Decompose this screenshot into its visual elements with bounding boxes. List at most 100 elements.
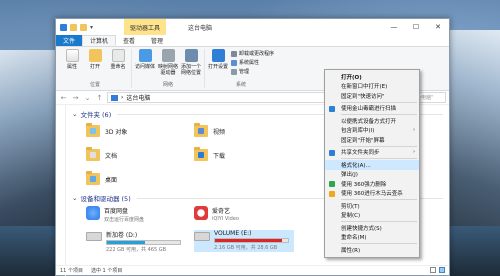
- map-drive-button[interactable]: 映射网络驱动器: [158, 49, 178, 81]
- map-drive-label: 映射网络驱动器: [158, 64, 179, 76]
- computer-icon: [111, 94, 118, 101]
- details-view-icon[interactable]: [430, 267, 436, 273]
- menu-item[interactable]: 创建快捷方式(S): [325, 223, 419, 233]
- ribbon-group-network: 访问媒体 映射网络驱动器 添加一个网络位置 网络: [132, 49, 205, 88]
- properties-button[interactable]: 属性: [62, 49, 82, 81]
- folder-3d-objects[interactable]: 3D 对象: [86, 121, 194, 141]
- menu-item-icon: [329, 105, 335, 112]
- menu-item-label: 共享文件夹同步: [341, 150, 380, 157]
- quick-access-toolbar: ▾: [56, 23, 97, 31]
- properties-label: 属性: [66, 64, 77, 70]
- tab-computer[interactable]: 计算机: [82, 35, 117, 46]
- rename-button[interactable]: 重命名: [108, 49, 128, 81]
- folders-header-label: 文件夹 (6): [80, 111, 112, 119]
- drive-usage-bar: [106, 240, 181, 245]
- path-separator-icon: ›: [121, 94, 124, 101]
- menu-item[interactable]: 固定到"开始"屏幕: [325, 135, 419, 145]
- menu-item-label: 重命名(M): [341, 235, 367, 242]
- drive-e[interactable]: VOLUME (E:) 2.16 GB 可用，共 28.6 GB: [194, 230, 294, 252]
- system-small-buttons: 卸载或更改程序 系统属性 管理: [231, 49, 274, 81]
- menu-item[interactable]: 剪切(T): [325, 201, 419, 211]
- window-title: 这台电脑: [188, 25, 213, 32]
- drive-title: VOLUME (E:): [214, 230, 252, 237]
- baidu-netdisk-icon: [86, 206, 100, 220]
- access-media-button[interactable]: 访问媒体: [135, 49, 155, 81]
- open-settings-button[interactable]: 打开设置: [208, 49, 228, 81]
- menu-item-icon: [329, 149, 335, 156]
- open-label: 打开: [89, 64, 100, 70]
- folder-documents[interactable]: 文档: [86, 145, 194, 165]
- back-arrow-icon[interactable]: ←: [59, 94, 68, 102]
- maximize-button[interactable]: ☐: [405, 19, 427, 35]
- menu-separator: [341, 243, 417, 244]
- menu-item[interactable]: 重命名(M): [325, 233, 419, 243]
- large-icons-view-icon[interactable]: [439, 267, 445, 273]
- menu-item[interactable]: 复制(C): [325, 211, 419, 221]
- manage-icon: [231, 68, 237, 75]
- title-bar: ▾ 驱动器工具 这台电脑 — ☐ ✕: [56, 19, 449, 35]
- menu-item-label: 复制(C): [341, 213, 361, 220]
- forward-arrow-icon[interactable]: →: [71, 94, 80, 102]
- system-properties-button[interactable]: 系统属性: [231, 59, 274, 66]
- context-menu: 打开(O) 在新窗口中打开(E) 固定到"快速访问" 使用金山毒霸进行扫描 以便携式设备…: [324, 69, 420, 258]
- menu-item[interactable]: 以便携式设备方式打开: [325, 116, 419, 126]
- menu-item-label: 剪切(T): [341, 203, 360, 210]
- tab-view[interactable]: 查看: [116, 35, 142, 46]
- file-explorer-window: ▾ 驱动器工具 这台电脑 — ☐ ✕ 文件 计算机 查看 管理 属性 打开 重命…: [55, 18, 450, 276]
- tab-file[interactable]: 文件: [56, 35, 83, 46]
- folder-downloads[interactable]: 下载: [194, 145, 302, 165]
- menu-item[interactable]: 弹出(J): [325, 170, 419, 180]
- status-bar: 11 个项目 选中 1 个项目: [56, 265, 449, 275]
- device-baidu-netdisk[interactable]: 百度网盘 双击运行百度网盘: [86, 206, 194, 224]
- close-button[interactable]: ✕: [427, 19, 449, 35]
- customize-toolbar-icon[interactable]: ▾: [90, 24, 97, 31]
- manage-button[interactable]: 管理: [231, 68, 274, 75]
- checkmark-icon: [65, 49, 79, 62]
- up-arrow-icon[interactable]: ↑: [95, 94, 104, 102]
- folder-label: 桌面: [105, 176, 118, 184]
- minimize-button[interactable]: —: [383, 19, 405, 35]
- menu-item[interactable]: 固定到"快速访问": [325, 91, 419, 101]
- system-icon: [231, 59, 237, 66]
- navigation-pane[interactable]: [56, 105, 66, 276]
- menu-item[interactable]: 包含到库中(I) ›: [325, 126, 419, 136]
- view-toggles: [430, 267, 445, 273]
- folder-icon: [194, 147, 208, 161]
- menu-item-label: 属性(R): [341, 247, 361, 254]
- menu-item[interactable]: 打开(O): [325, 72, 419, 82]
- device-title: 百度网盘: [104, 208, 129, 215]
- menu-item-label: 固定到"开始"屏幕: [341, 137, 385, 144]
- recent-chevron-icon[interactable]: ⌄: [83, 94, 92, 102]
- menu-item[interactable]: 属性(R): [325, 245, 419, 255]
- breadcrumb-this-pc[interactable]: 这台电脑: [126, 93, 150, 102]
- media-icon: [138, 49, 152, 62]
- menu-item[interactable]: 格式化(A)...: [325, 160, 419, 170]
- menu-item[interactable]: 使用 360强力删除: [325, 179, 419, 189]
- drive-tools-tab[interactable]: 驱动器工具: [124, 19, 167, 35]
- tab-manage[interactable]: 管理: [144, 35, 170, 46]
- folder-desktop[interactable]: 桌面: [86, 169, 194, 189]
- window-controls: — ☐ ✕: [383, 19, 449, 35]
- menu-item[interactable]: 使用金山毒霸进行扫描: [325, 104, 419, 114]
- new-folder-icon[interactable]: [80, 23, 87, 31]
- device-iqiyi[interactable]: 爱奇艺 iQIYI Video: [194, 206, 302, 224]
- network-group-label: 网络: [162, 82, 173, 88]
- properties-icon[interactable]: [70, 23, 77, 31]
- menu-item-label: 固定到"快速访问": [341, 93, 385, 100]
- menu-item[interactable]: 在新窗口中打开(E): [325, 82, 419, 92]
- menu-item[interactable]: 共享文件夹同步 ›: [325, 148, 419, 158]
- open-button[interactable]: 打开: [85, 49, 105, 81]
- devices-header-label: 设备和驱动器 (5): [80, 195, 131, 203]
- drive-space-text: 2.16 GB 可用，共 28.6 GB: [214, 245, 278, 251]
- folder-label: 3D 对象: [105, 128, 128, 136]
- add-location-button[interactable]: 添加一个网络位置: [181, 49, 201, 81]
- folder-icon: [86, 171, 100, 185]
- drive-d[interactable]: 新加卷 (D:) 222 GB 可用，共 465 GB: [86, 230, 194, 253]
- explorer-icon[interactable]: [60, 23, 67, 31]
- menu-item-label: 使用 360进行木马云查杀: [341, 191, 403, 198]
- uninstall-button[interactable]: 卸载或更改程序: [231, 50, 274, 57]
- menu-item[interactable]: 使用 360进行木马云查杀: [325, 189, 419, 199]
- menu-item-label: 包含到库中(I): [341, 128, 375, 135]
- system-properties-label: 系统属性: [239, 60, 260, 66]
- folder-videos[interactable]: 视频: [194, 121, 302, 141]
